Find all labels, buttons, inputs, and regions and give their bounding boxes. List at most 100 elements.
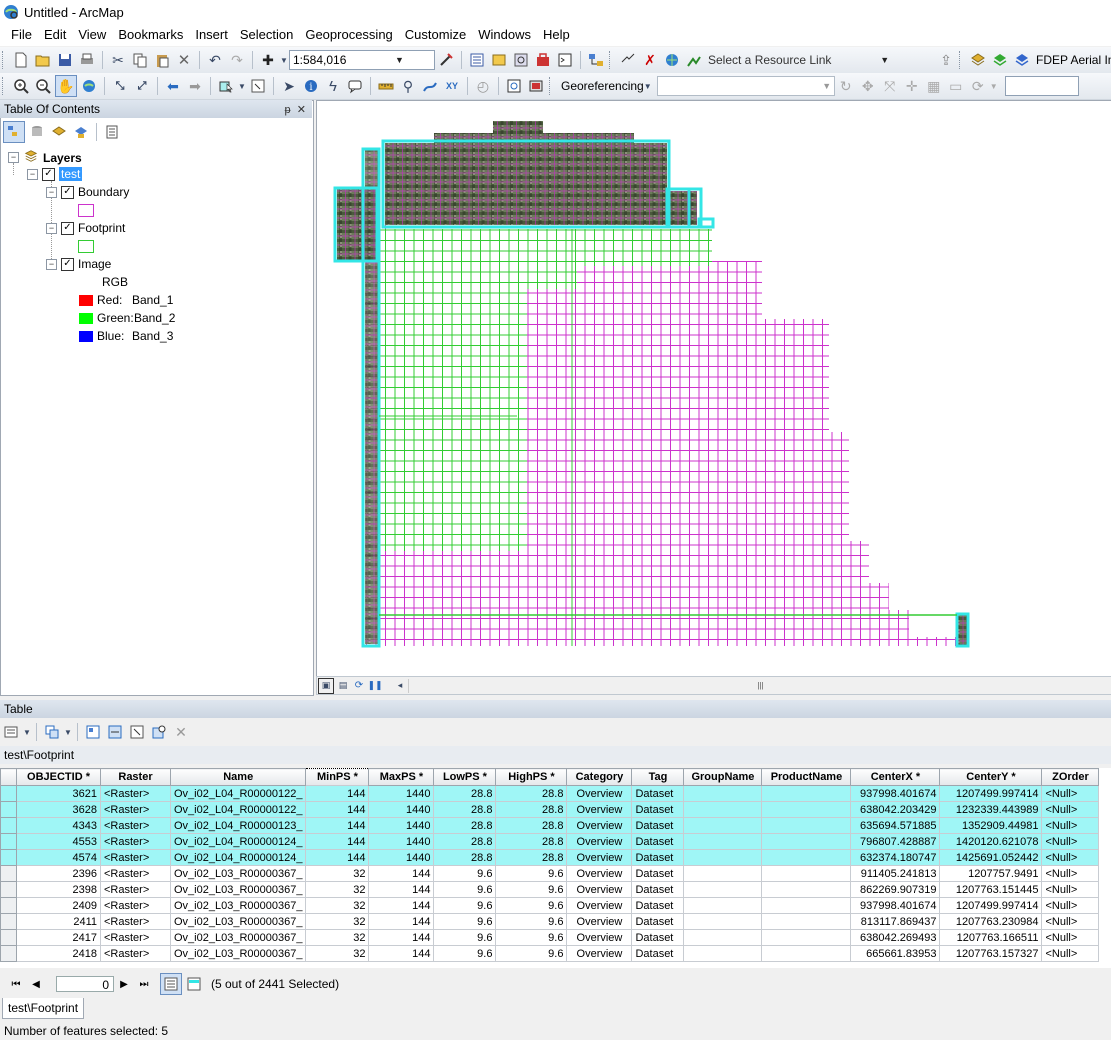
group-visibility-checkbox[interactable]: ✓ <box>42 167 55 181</box>
cell-zorder[interactable]: <Null> <box>1041 833 1100 850</box>
cell-maxps[interactable]: 144 <box>368 945 435 962</box>
toolbar-grip[interactable] <box>549 77 553 95</box>
cell-lowps[interactable]: 28.8 <box>433 785 497 802</box>
map-scale-combo[interactable]: 1:584,016 ▼ <box>289 50 435 70</box>
collapse-toggle[interactable]: − <box>27 168 38 180</box>
table-row[interactable]: 4574 <Raster> Ov_i02_L04_R00000124_ 144 1440… <box>0 849 1100 866</box>
table-row[interactable]: 2418 <Raster> Ov_i02_L03_R00000367_ 32 144 9.… <box>0 945 1100 962</box>
cell-zorder[interactable]: <Null> <box>1041 929 1100 946</box>
cell-tag[interactable]: Dataset <box>631 897 685 914</box>
cell-tag[interactable]: Dataset <box>631 881 685 898</box>
cell-productname[interactable] <box>761 865 852 882</box>
attribute-table[interactable]: OBJECTID * Raster Name MinPS * MaxPS * L… <box>0 768 1111 968</box>
cell-zorder[interactable]: <Null> <box>1041 817 1100 834</box>
next-record-icon[interactable]: ▶ <box>114 979 134 990</box>
html-popup-icon[interactable] <box>345 76 365 96</box>
cell-highps[interactable]: 28.8 <box>495 833 568 850</box>
cell-name[interactable]: Ov_i02_L04_R00000124_ <box>169 849 307 866</box>
row-selector[interactable] <box>0 833 17 850</box>
cell-centery[interactable]: 1420120.621078 <box>939 833 1043 850</box>
row-selector[interactable] <box>0 801 17 818</box>
layer-label-image[interactable]: Image <box>78 257 111 271</box>
toolbar-grip[interactable] <box>2 51 6 69</box>
cell-zorder[interactable]: <Null> <box>1041 785 1100 802</box>
delete-selected-icon[interactable]: ✕ <box>171 722 191 742</box>
cell-centerx[interactable]: 862269.907319 <box>850 881 941 898</box>
cell-objectid[interactable]: 4343 <box>16 817 101 834</box>
find-binoculars-icon[interactable]: ⚲ <box>398 76 418 96</box>
chevron-down-icon[interactable]: ▼ <box>820 81 834 91</box>
cell-centerx[interactable]: 638042.203429 <box>850 801 941 818</box>
blue-layers-icon[interactable] <box>1012 50 1032 70</box>
cell-highps[interactable]: 28.8 <box>495 801 568 818</box>
clear-table-selection-icon[interactable] <box>127 722 147 742</box>
cell-category[interactable]: Overview <box>566 897 633 914</box>
menu-geoprocessing[interactable]: Geoprocessing <box>299 25 398 45</box>
cell-centery[interactable]: 1207763.157327 <box>939 945 1043 962</box>
pin-icon[interactable]: ᵽ <box>285 104 291 116</box>
row-selector-header[interactable] <box>0 768 17 786</box>
cell-groupname[interactable] <box>683 881 763 898</box>
cell-minps[interactable]: 32 <box>305 881 370 898</box>
swipe-icon[interactable] <box>526 76 546 96</box>
collapse-toggle[interactable]: − <box>8 152 19 163</box>
time-slider-icon[interactable]: ◴ <box>473 76 493 96</box>
cell-centerx[interactable]: 665661.83953 <box>850 945 941 962</box>
save-icon[interactable] <box>55 50 75 70</box>
cell-lowps[interactable]: 9.6 <box>433 865 497 882</box>
cell-zorder[interactable]: <Null> <box>1041 945 1100 962</box>
row-selector[interactable] <box>0 897 17 914</box>
find-route-icon[interactable] <box>420 76 440 96</box>
cell-tag[interactable]: Dataset <box>631 817 685 834</box>
list-by-visibility-icon[interactable] <box>49 122 69 142</box>
cell-highps[interactable]: 9.6 <box>495 897 568 914</box>
forward-arrow-icon[interactable]: ➡ <box>185 76 205 96</box>
boundary-visibility-checkbox[interactable]: ✓ <box>61 185 74 199</box>
upload-icon[interactable]: ⇪ <box>936 50 956 70</box>
cell-tag[interactable]: Dataset <box>631 833 685 850</box>
python-window-icon[interactable] <box>555 50 575 70</box>
chevron-down-icon[interactable]: ▼ <box>280 50 288 70</box>
column-header-centerx[interactable]: CenterX * <box>850 768 941 786</box>
viewer-icon[interactable]: ▭ <box>946 76 966 96</box>
chevron-down-icon[interactable]: ▼ <box>362 55 434 65</box>
cell-groupname[interactable] <box>683 785 763 802</box>
cell-groupname[interactable] <box>683 929 763 946</box>
cell-lowps[interactable]: 9.6 <box>433 945 497 962</box>
cell-raster[interactable]: <Raster> <box>100 881 171 898</box>
dataset-icon[interactable] <box>618 50 638 70</box>
cell-minps[interactable]: 32 <box>305 945 370 962</box>
cell-productname[interactable] <box>761 785 852 802</box>
footprint-symbol[interactable] <box>78 240 94 253</box>
cell-highps[interactable]: 9.6 <box>495 865 568 882</box>
create-viewer-window-icon[interactable] <box>504 76 524 96</box>
cell-raster[interactable]: <Raster> <box>100 945 171 962</box>
menu-help[interactable]: Help <box>537 25 576 45</box>
toc-group-row[interactable]: − ✓ test <box>27 167 83 181</box>
row-selector[interactable] <box>0 881 17 898</box>
list-by-selection-icon[interactable] <box>71 122 91 142</box>
cell-minps[interactable]: 144 <box>305 801 370 818</box>
footprint-symbol-swatch[interactable] <box>78 240 94 253</box>
cell-zorder[interactable]: <Null> <box>1041 913 1100 930</box>
band-green-row[interactable]: Green: Band_2 <box>79 311 175 325</box>
cell-lowps[interactable]: 28.8 <box>433 801 497 818</box>
column-header-name[interactable]: Name <box>169 768 307 786</box>
cell-name[interactable]: Ov_i02_L04_R00000122_ <box>169 785 307 802</box>
cell-zorder[interactable]: <Null> <box>1041 801 1100 818</box>
zoom-out-icon[interactable] <box>33 76 53 96</box>
zoom-to-selected-icon[interactable] <box>149 722 169 742</box>
cell-centery[interactable]: 1207763.151445 <box>939 881 1043 898</box>
cell-name[interactable]: Ov_i02_L03_R00000367_ <box>169 897 307 914</box>
cell-objectid[interactable]: 3628 <box>16 801 101 818</box>
cell-raster[interactable]: <Raster> <box>100 833 171 850</box>
cell-highps[interactable]: 9.6 <box>495 929 568 946</box>
menu-customize[interactable]: Customize <box>399 25 472 45</box>
cell-centery[interactable]: 1207763.166511 <box>939 929 1043 946</box>
cell-highps[interactable]: 9.6 <box>495 881 568 898</box>
cell-groupname[interactable] <box>683 833 763 850</box>
cell-name[interactable]: Ov_i02_L04_R00000122_ <box>169 801 307 818</box>
band-red-row[interactable]: Red: Band_1 <box>79 293 173 307</box>
last-record-icon[interactable]: ⏭ <box>134 979 154 990</box>
cut-icon[interactable]: ✂ <box>108 50 128 70</box>
